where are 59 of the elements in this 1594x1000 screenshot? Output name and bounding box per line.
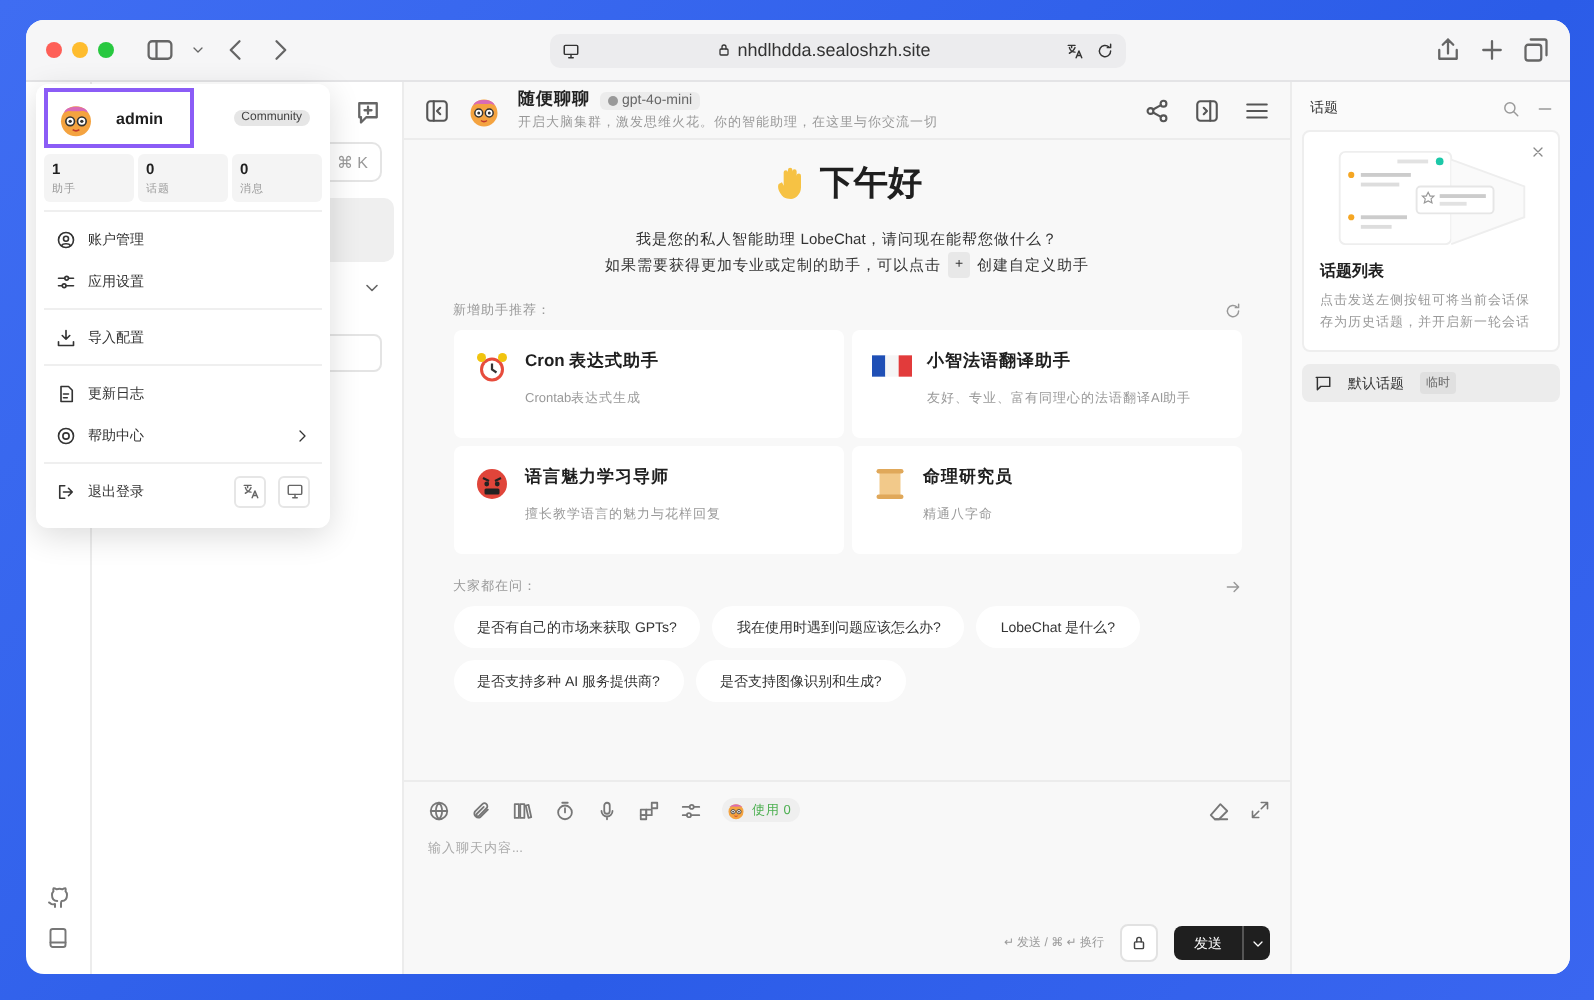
emoji-icon [726,800,746,820]
chat-icon [1314,374,1332,392]
lock-icon [715,42,732,58]
card-title: 命理研究员 [923,466,1013,490]
user-profile-highlight[interactable]: admin [44,88,194,148]
plus-icon[interactable] [1478,36,1506,64]
search-icon[interactable] [1502,99,1520,117]
save-topic-button[interactable] [1120,924,1158,962]
new-chat-icon[interactable] [354,98,382,126]
sidebar-icon[interactable] [146,36,174,64]
chevron-down-icon[interactable] [190,42,206,58]
card-title: Cron 表达式助手 [525,350,660,374]
globe-icon[interactable] [428,799,450,821]
timer-icon[interactable] [554,799,576,821]
guide-title: 话题列表 [1320,260,1386,282]
github-icon[interactable] [46,886,70,910]
address-bar[interactable]: nhdlhdda.sealoshzh.site [550,33,1126,67]
eraser-icon[interactable] [1208,799,1230,821]
expand-icon[interactable] [1250,800,1270,820]
chat-title: 随便聊聊 [518,88,590,112]
sliders-icon[interactable] [680,799,702,821]
scroll-icon [871,466,907,502]
user-icon [56,229,76,249]
reload-icon[interactable] [1096,41,1114,59]
username: admin [116,109,164,127]
toggle-panel-icon[interactable] [1194,97,1220,123]
arrow-right-icon[interactable] [1223,578,1241,596]
tabs-icon[interactable] [1522,36,1550,64]
refresh-icon[interactable] [1223,302,1241,320]
blocks-icon[interactable] [638,799,660,821]
close-window-button[interactable] [46,42,62,58]
card-title: 语言魅力学习导师 [525,466,671,490]
translate-icon [241,482,259,500]
document-icon [56,383,76,403]
alarm-clock-icon [473,350,509,386]
book-icon[interactable] [46,926,70,950]
lock-icon [1130,934,1148,952]
share-icon[interactable] [1144,97,1170,123]
monitor-icon [285,482,303,500]
sliders-icon [56,271,76,291]
paperclip-icon[interactable] [470,799,492,821]
books-icon[interactable] [512,799,534,821]
chevron-right-icon [294,427,310,443]
share-icon[interactable] [1434,36,1462,64]
greeting: 下午好 [820,162,922,206]
angry-face-icon [473,466,509,502]
france-flag-icon [871,350,911,382]
import-icon [56,327,76,347]
logout-icon [56,481,76,501]
microphone-icon[interactable] [596,799,618,821]
collapse-panel-icon[interactable] [424,97,450,123]
translate-icon[interactable] [1066,41,1084,59]
card-title: 小智法语翻译助手 [927,350,1073,374]
help-icon [56,425,76,445]
site-settings-icon[interactable] [562,41,580,59]
language-button[interactable] [234,475,266,507]
menu-icon[interactable] [1244,97,1270,123]
close-icon[interactable] [1530,144,1546,160]
theme-button[interactable] [278,475,310,507]
